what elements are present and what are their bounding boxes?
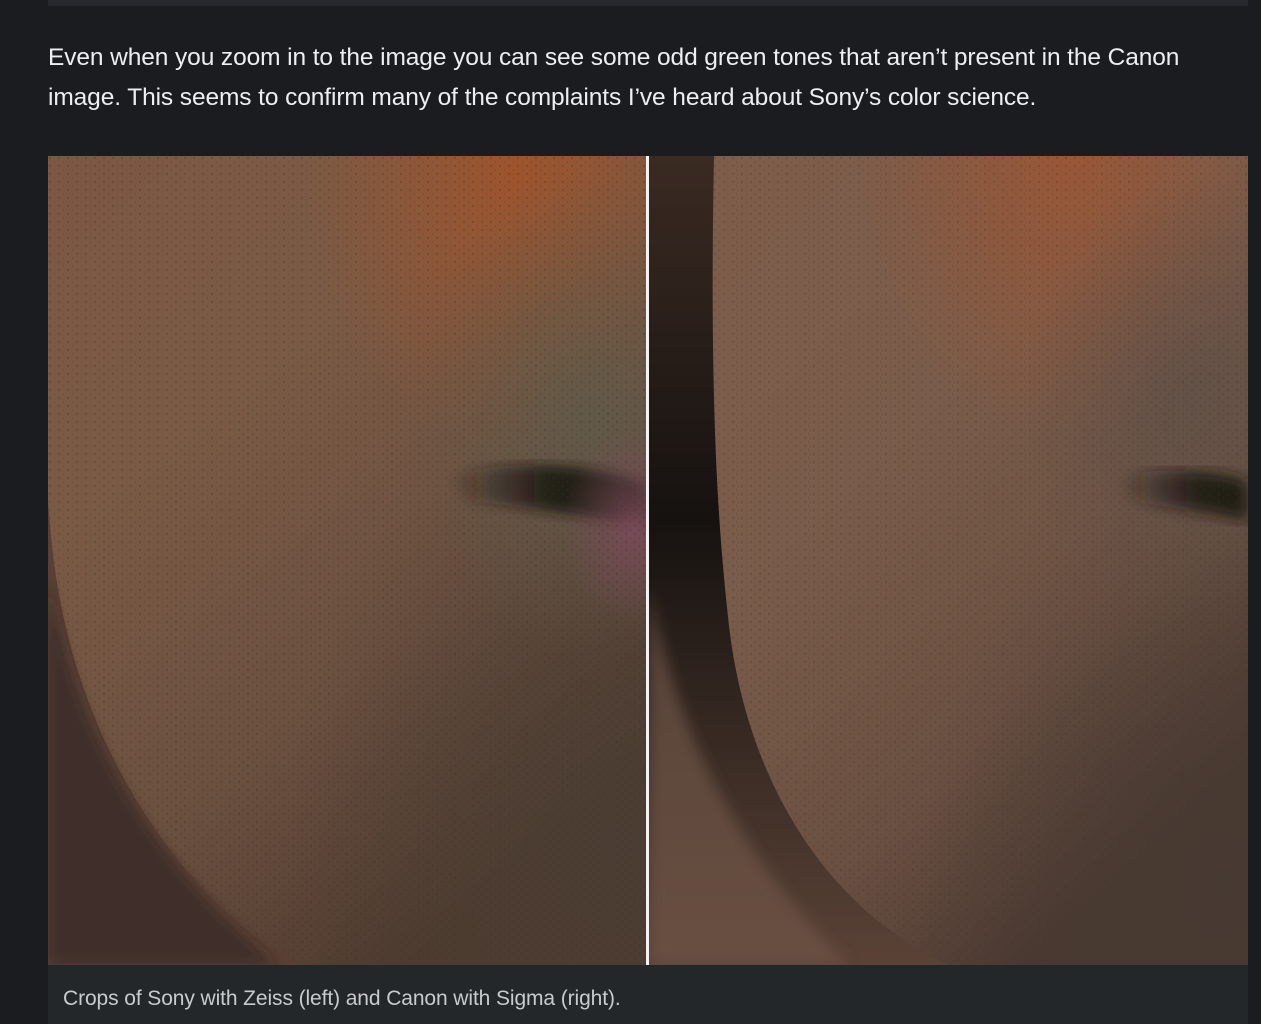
- sony-zeiss-crop: [48, 156, 646, 965]
- previous-figure-edge: [48, 0, 1248, 6]
- figure-caption: Crops of Sony with Zeiss (left) and Cano…: [63, 987, 621, 1010]
- comparison-figure: Crops of Sony with Zeiss (left) and Cano…: [48, 156, 1248, 1024]
- canon-sigma-crop: [649, 156, 1248, 965]
- article-paragraph: Even when you zoom in to the image you c…: [48, 44, 1180, 111]
- comparison-photo[interactable]: [48, 156, 1248, 965]
